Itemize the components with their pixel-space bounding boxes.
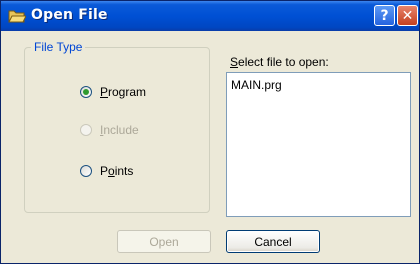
radio-points-label[interactable]: Points [100, 164, 133, 178]
file-type-legend: File Type [31, 40, 86, 54]
radio-include[interactable]: Include [80, 123, 139, 137]
radio-include-indicator[interactable] [80, 124, 92, 136]
help-button[interactable]: ? [374, 5, 395, 26]
cancel-button[interactable]: Cancel [226, 230, 320, 253]
radio-include-label[interactable]: Include [100, 123, 139, 137]
radio-program[interactable]: Program [80, 85, 146, 99]
close-icon: ✕ [401, 7, 414, 24]
select-file-label: Select file to open: [230, 55, 329, 69]
open-button[interactable]: Open [117, 230, 211, 253]
title-bar[interactable]: Open File ? ✕ [1, 1, 419, 31]
close-button[interactable]: ✕ [397, 5, 418, 26]
radio-program-label[interactable]: Program [100, 85, 146, 99]
open-file-dialog: Open File ? ✕ File Type Program Include … [0, 0, 420, 264]
radio-program-indicator[interactable] [80, 86, 92, 98]
radio-points[interactable]: Points [80, 164, 133, 178]
cancel-button-label: Cancel [254, 234, 292, 249]
help-icon: ? [380, 7, 389, 24]
file-listbox[interactable]: MAIN.prg [226, 72, 411, 217]
window-title: Open File [31, 7, 108, 23]
radio-points-indicator[interactable] [80, 165, 92, 177]
open-button-label: Open [149, 234, 179, 249]
folder-open-icon [8, 8, 27, 24]
list-item[interactable]: MAIN.prg [231, 78, 282, 92]
